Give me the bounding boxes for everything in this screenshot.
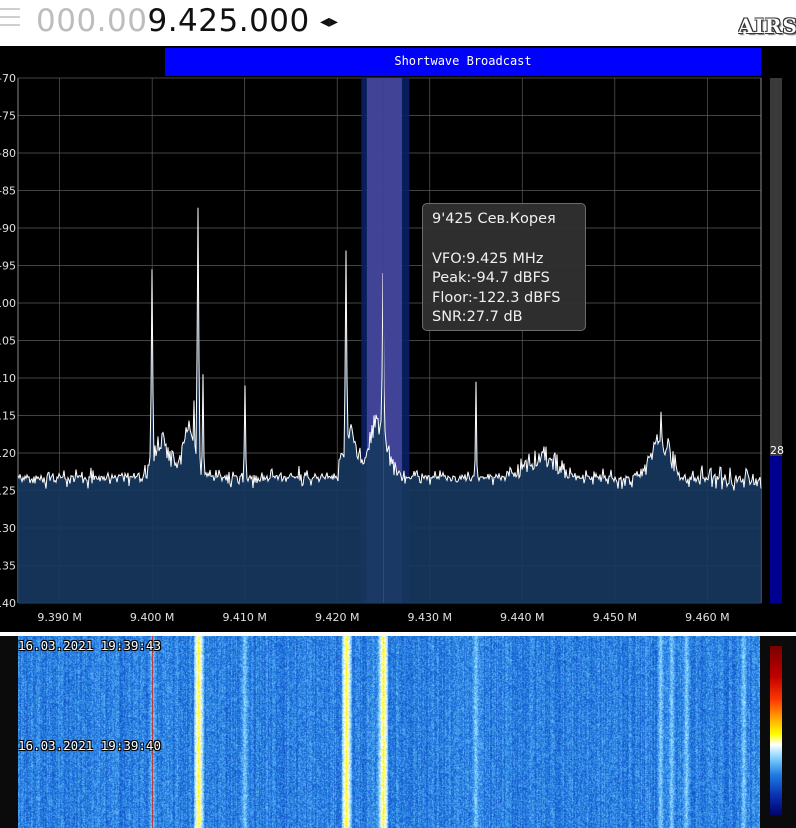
tooltip-snr: SNR:27.7 dB: [432, 309, 523, 325]
y-tick-label: -70: [0, 72, 16, 85]
x-tick-label: 9.440 M: [500, 611, 544, 624]
x-tick-label: 9.460 M: [685, 611, 729, 624]
y-axis-labels: -70 -75 -80 -85 -90 -95 -100 -105 -110 -115 -120 -1…: [0, 72, 16, 610]
x-tick-label: 9.410 M: [222, 611, 266, 624]
x-tick-label: 9.400 M: [130, 611, 174, 624]
menu-icon[interactable]: [0, 6, 22, 36]
y-tick-label: -125: [0, 485, 16, 498]
frequency-display[interactable]: 000.009.425.000: [36, 2, 310, 40]
station-tooltip: 9'425 Сев.Корея VFO:9.425 MHz Peak:-94.7…: [422, 203, 586, 331]
frequency-step-arrows[interactable]: ◂▸: [320, 8, 338, 36]
y-tick-label: -120: [0, 447, 16, 460]
y-tick-label: -85: [0, 185, 16, 198]
spectrum-plot[interactable]: -70 -75 -80 -85 -90 -95 -100 -105 -110 -115 -120 -1…: [0, 46, 796, 632]
y-tick-label: -90: [0, 222, 16, 235]
waterfall-timestamp: 16.03.2021 19:39:40: [18, 738, 161, 753]
y-tick-label: -80: [0, 147, 16, 160]
y-tick-label: -135: [0, 560, 16, 573]
tooltip-peak: Peak:-94.7 dBFS: [432, 270, 550, 286]
x-tick-label: 9.430 M: [408, 611, 452, 624]
waterfall-panel[interactable]: 16.03.2021 19:39:43 16.03.2021 19:39:40: [0, 636, 796, 828]
y-tick-label: -100: [0, 297, 16, 310]
y-tick-label: -105: [0, 335, 16, 348]
tooltip-vfo: VFO:9.425 MHz: [432, 250, 544, 267]
brand-logo: AIRSPY: [738, 14, 796, 38]
x-tick-label: 9.420 M: [315, 611, 359, 624]
x-tick-label: 9.390 M: [37, 611, 81, 624]
waterfall-color-scale: [770, 646, 782, 816]
tooltip-floor: Floor:-122.3 dBFS: [432, 289, 561, 306]
y-tick-label: -75: [0, 110, 16, 123]
band-plan-bar[interactable]: Shortwave Broadcast: [165, 48, 761, 76]
tooltip-station: 9'425 Сев.Корея: [432, 211, 556, 227]
y-tick-label: -95: [0, 260, 16, 273]
frequency-leading-digits: 000.00: [36, 3, 148, 39]
y-tick-label: -140: [0, 597, 16, 610]
y-tick-label: -115: [0, 410, 16, 423]
y-tick-label: -110: [0, 372, 16, 385]
x-tick-label: 9.450 M: [593, 611, 637, 624]
waterfall-canvas[interactable]: [18, 636, 760, 828]
waterfall-timestamp: 16.03.2021 19:39:43: [18, 638, 161, 653]
top-toolbar: 000.009.425.000 ◂▸ AIRSPY: [0, 0, 796, 44]
y-tick-label: -130: [0, 522, 16, 535]
level-meter-fill: [770, 456, 782, 603]
x-axis-labels: 9.390 M 9.400 M 9.410 M 9.420 M 9.430 M 9.440…: [37, 611, 729, 624]
frequency-digits: 9.425.000: [147, 3, 310, 39]
level-meter-label: 28: [770, 444, 784, 457]
